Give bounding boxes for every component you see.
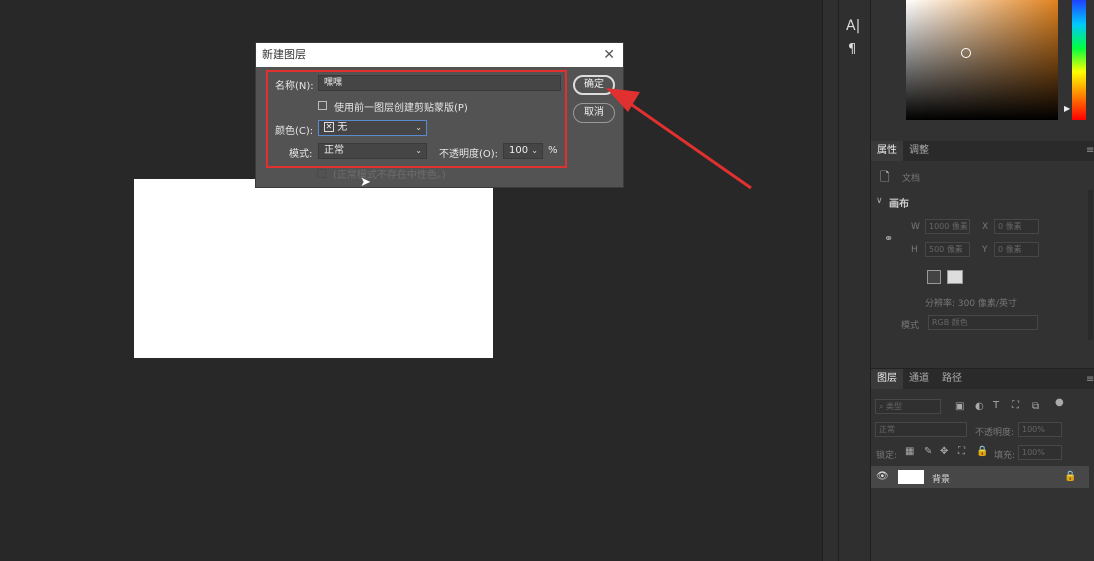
- annotation-arrow: [606, 88, 752, 190]
- mouse-cursor-icon: ➤: [360, 175, 371, 190]
